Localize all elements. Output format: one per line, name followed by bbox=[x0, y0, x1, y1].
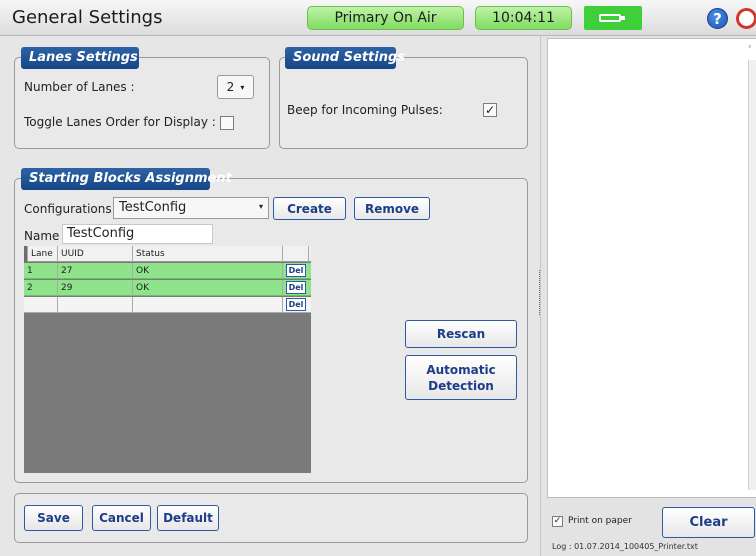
cancel-button[interactable]: Cancel bbox=[92, 505, 151, 531]
column-header-uuid: UUID bbox=[58, 246, 133, 262]
clear-button[interactable]: Clear bbox=[662, 507, 755, 538]
column-header-status: Status bbox=[133, 246, 283, 262]
chevron-down-icon: ▾ bbox=[258, 202, 263, 211]
chevron-right-icon[interactable]: › bbox=[748, 42, 756, 54]
automatic-detection-line1: Automatic bbox=[426, 362, 496, 377]
starting-blocks-legend: Starting Blocks Assignment bbox=[21, 168, 232, 190]
title-bar: General Settings Primary On Air 10:04:11… bbox=[0, 0, 756, 36]
configurations-select[interactable]: TestConfig ▾ bbox=[113, 197, 269, 219]
number-of-lanes-label: Number of Lanes : bbox=[24, 80, 135, 94]
status-cell: OK bbox=[133, 263, 283, 279]
configurations-value: TestConfig bbox=[119, 200, 187, 215]
status-cell: OK bbox=[133, 280, 283, 296]
delete-row-button[interactable]: Del bbox=[286, 298, 306, 311]
delete-row-button[interactable]: Del bbox=[286, 264, 306, 277]
on-air-status: Primary On Air bbox=[307, 6, 464, 30]
table-row[interactable]: 2 29 OK Del bbox=[24, 280, 311, 296]
lanes-table: Lane UUID Status 1 27 OK Del 2 29 OK Del… bbox=[24, 246, 311, 473]
clock-display: 10:04:11 bbox=[475, 6, 572, 30]
name-input[interactable]: TestConfig bbox=[62, 224, 213, 244]
automatic-detection-line2: Detection bbox=[428, 378, 494, 393]
lanes-settings-group bbox=[14, 57, 270, 149]
help-icon[interactable]: ? bbox=[707, 8, 728, 29]
table-row[interactable]: Del bbox=[24, 297, 311, 313]
log-panel: › ✓ Print on paper Clear Log : 01.07.201… bbox=[540, 36, 756, 556]
delete-row-button[interactable]: Del bbox=[286, 281, 306, 294]
lane-cell: 1 bbox=[24, 263, 58, 279]
save-button[interactable]: Save bbox=[24, 505, 83, 531]
uuid-cell: 27 bbox=[58, 263, 133, 279]
configurations-label: Configurations : bbox=[24, 202, 120, 216]
power-icon[interactable] bbox=[736, 8, 756, 29]
log-filename: Log : 01.07.2014_100405_Printer.txt bbox=[552, 542, 698, 551]
log-scrollbar[interactable] bbox=[748, 60, 756, 490]
log-view bbox=[547, 38, 756, 498]
lane-cell: 2 bbox=[24, 280, 58, 296]
table-header: Lane UUID Status bbox=[24, 246, 311, 262]
automatic-detection-button[interactable]: Automatic Detection bbox=[405, 355, 517, 400]
lane-cell bbox=[24, 297, 58, 313]
uuid-cell bbox=[58, 297, 133, 313]
page-title: General Settings bbox=[12, 7, 163, 28]
lanes-settings-legend: Lanes Settings bbox=[21, 47, 139, 69]
toggle-lanes-order-label: Toggle Lanes Order for Display : bbox=[24, 115, 216, 129]
uuid-cell: 29 bbox=[58, 280, 133, 296]
table-row[interactable]: 1 27 OK Del bbox=[24, 263, 311, 279]
remove-button[interactable]: Remove bbox=[354, 197, 430, 220]
beep-incoming-pulses-checkbox[interactable]: ✓ bbox=[483, 103, 497, 117]
number-of-lanes-value: 2 bbox=[226, 80, 235, 94]
create-button[interactable]: Create bbox=[273, 197, 346, 220]
sound-settings-legend: Sound Settings bbox=[285, 47, 405, 69]
default-button[interactable]: Default bbox=[157, 505, 219, 531]
power-plug-icon bbox=[584, 6, 642, 30]
rescan-button[interactable]: Rescan bbox=[405, 320, 517, 348]
number-of-lanes-select[interactable]: 2 ▾ bbox=[217, 75, 254, 99]
chevron-down-icon: ▾ bbox=[240, 82, 245, 92]
print-on-paper-checkbox[interactable]: ✓ bbox=[552, 516, 563, 527]
toggle-lanes-order-checkbox[interactable] bbox=[220, 116, 234, 130]
name-label: Name : bbox=[24, 229, 68, 243]
print-on-paper-label: Print on paper bbox=[568, 516, 632, 526]
beep-incoming-pulses-label: Beep for Incoming Pulses: bbox=[287, 103, 443, 117]
column-header-lane: Lane bbox=[28, 246, 58, 262]
status-cell bbox=[133, 297, 283, 313]
